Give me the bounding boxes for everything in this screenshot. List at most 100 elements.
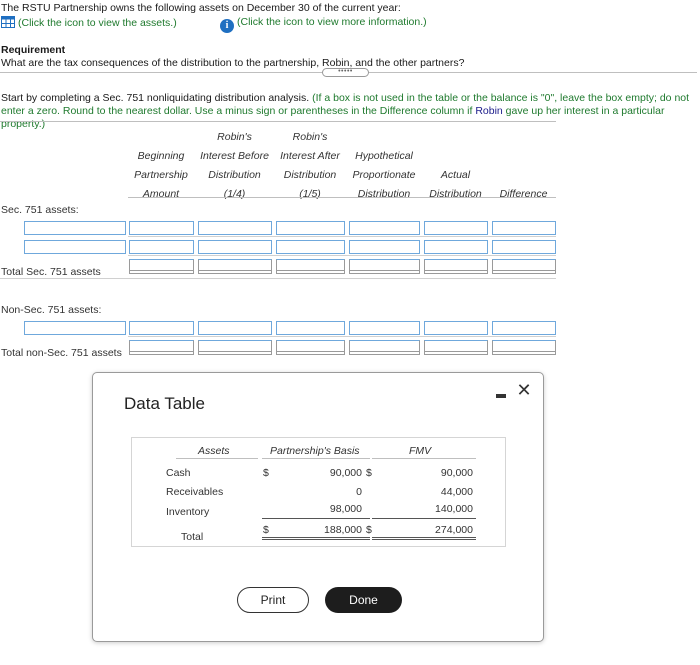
- col-beginning-header: Beginning Partnership Amount: [128, 147, 194, 204]
- requirement-heading: Requirement: [1, 44, 66, 56]
- col-header-line: (1/4): [223, 188, 246, 200]
- beginning-input[interactable]: [129, 240, 194, 254]
- table-top-rule: [0, 121, 556, 122]
- info-link[interactable]: i (Click the icon to view more informatio…: [220, 16, 427, 33]
- header-assets: Assets: [198, 445, 230, 457]
- asset-name-input[interactable]: [24, 240, 126, 254]
- hypothetical-input[interactable]: [349, 240, 420, 254]
- total-hypothetical-input[interactable]: [349, 259, 420, 274]
- total-sec751-label: Total Sec. 751 assets: [1, 266, 101, 278]
- col-header-line: Distribution: [283, 169, 337, 181]
- total-beginning-input[interactable]: [129, 340, 194, 355]
- col-header-line: Distribution: [357, 188, 411, 200]
- total-hypothetical-input[interactable]: [349, 340, 420, 355]
- row-rule: [128, 336, 556, 337]
- before-input[interactable]: [198, 221, 272, 235]
- before-input[interactable]: [198, 240, 272, 254]
- asset-name-input[interactable]: [24, 321, 126, 335]
- col-header-line: Partnership: [134, 169, 188, 181]
- row-asset: Cash: [166, 467, 191, 479]
- intro-text: The RSTU Partnership owns the following …: [1, 2, 401, 14]
- hypothetical-input[interactable]: [349, 221, 420, 235]
- header-rule: [262, 458, 370, 459]
- subtotal-rule: [372, 518, 476, 519]
- row-fmv: 90,000: [440, 467, 473, 479]
- row-rule: [0, 278, 556, 279]
- total-difference-input[interactable]: [492, 340, 556, 355]
- after-input[interactable]: [276, 240, 345, 254]
- col-header-line: Interest After: [280, 150, 340, 162]
- assets-link-label[interactable]: (Click the icon to view the assets.): [18, 17, 177, 29]
- total-beginning-input[interactable]: [129, 259, 194, 274]
- col-header-line: Hypothetical: [355, 150, 413, 162]
- total-actual-input[interactable]: [424, 340, 488, 355]
- hypothetical-input[interactable]: [349, 321, 420, 335]
- assets-link[interactable]: (Click the icon to view the assets.): [1, 16, 177, 29]
- asset-name-input[interactable]: [24, 221, 126, 235]
- total-after-input[interactable]: [276, 340, 345, 355]
- row-basis: 98,000: [329, 503, 362, 515]
- table-grid-icon[interactable]: [1, 16, 15, 28]
- col-after-header: Robin's Interest After Distribution (1/5…: [275, 128, 345, 204]
- row-rule: [128, 236, 556, 237]
- instructions-lead: Start by completing a Sec. 751 nonliquid…: [1, 92, 310, 104]
- difference-input[interactable]: [492, 240, 556, 254]
- nonsec751-label: Non-Sec. 751 assets:: [1, 304, 102, 316]
- difference-input[interactable]: [492, 221, 556, 235]
- after-input[interactable]: [276, 221, 345, 235]
- header-rule: [372, 458, 476, 459]
- header-fmv: FMV: [409, 445, 432, 457]
- total-before-input[interactable]: [198, 259, 272, 274]
- beginning-input[interactable]: [129, 321, 194, 335]
- actual-input[interactable]: [424, 321, 488, 335]
- row-asset: Receivables: [166, 486, 224, 498]
- expand-button[interactable]: •••••: [322, 68, 369, 77]
- total-after-input[interactable]: [276, 259, 345, 274]
- difference-input[interactable]: [492, 321, 556, 335]
- col-hypothetical-header: Hypothetical Proportionate Distribution: [348, 147, 420, 204]
- done-button[interactable]: Done: [325, 587, 402, 613]
- col-actual-header: Actual Distribution: [423, 166, 488, 204]
- total-actual-input[interactable]: [424, 259, 488, 274]
- row-basis: 0: [356, 486, 362, 498]
- beginning-input[interactable]: [129, 221, 194, 235]
- info-link-label[interactable]: (Click the icon to view more information…: [237, 16, 427, 28]
- row-fmv: 140,000: [435, 503, 473, 515]
- actual-input[interactable]: [424, 221, 488, 235]
- row-basis: 90,000: [329, 467, 362, 479]
- before-input[interactable]: [198, 321, 272, 335]
- row-fmv-sym: $: [366, 467, 372, 479]
- col-header-line: Proportionate: [352, 169, 416, 181]
- total-fmv-sym: $: [366, 524, 372, 536]
- header-bottom-rule: [128, 197, 556, 198]
- total-double-rule: [262, 537, 370, 540]
- requirement-question: What are the tax consequences of the dis…: [1, 57, 465, 69]
- actual-input[interactable]: [424, 240, 488, 254]
- col-header-line: Distribution: [208, 169, 261, 181]
- instructions: Start by completing a Sec. 751 nonliquid…: [1, 92, 696, 131]
- row-rule: [128, 255, 556, 256]
- col-header-line: Robin's: [217, 131, 252, 143]
- subtotal-rule: [262, 518, 370, 519]
- col-header-line: Amount: [142, 188, 180, 200]
- total-basis: 188,000: [324, 524, 362, 536]
- col-header-line: Actual: [440, 169, 471, 181]
- total-label: Total: [181, 531, 204, 543]
- instructions-robin: Robin: [475, 105, 503, 117]
- minimize-icon[interactable]: [496, 394, 506, 398]
- total-before-input[interactable]: [198, 340, 272, 355]
- total-nonsec751-label: Total non-Sec. 751 assets: [1, 347, 122, 359]
- col-header-line: Beginning: [137, 150, 185, 162]
- data-table-modal: Data Table ✕ Assets Partnership's Basis …: [92, 372, 544, 642]
- info-icon[interactable]: i: [220, 19, 234, 33]
- total-difference-input[interactable]: [492, 259, 556, 274]
- total-fmv: 274,000: [435, 524, 473, 536]
- close-icon[interactable]: ✕: [515, 380, 533, 401]
- col-header-line: Robin's: [292, 131, 328, 143]
- sec751-label: Sec. 751 assets:: [1, 204, 79, 216]
- print-button[interactable]: Print: [237, 587, 309, 613]
- col-difference-header: Difference: [499, 188, 548, 200]
- col-header-line: Interest Before: [200, 150, 269, 162]
- after-input[interactable]: [276, 321, 345, 335]
- row-asset: Inventory: [166, 506, 210, 518]
